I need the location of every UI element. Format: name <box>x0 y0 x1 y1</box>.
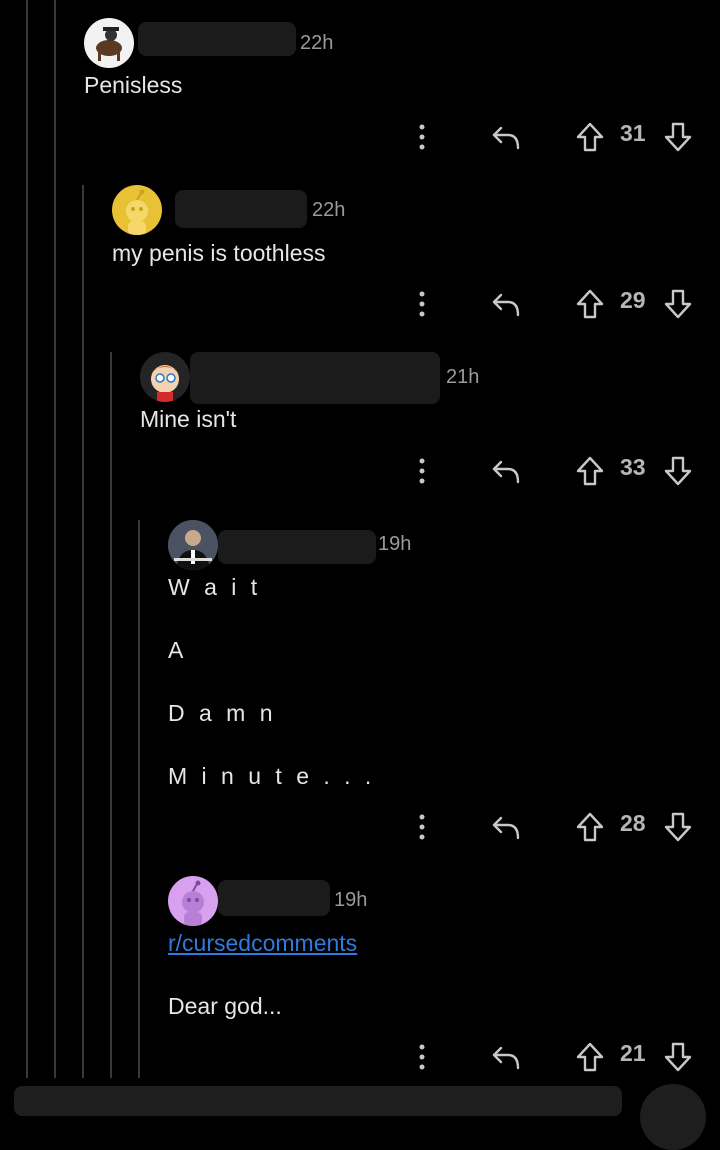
redacted-username <box>175 190 307 228</box>
avatar[interactable] <box>140 352 190 402</box>
kebab-vertical-icon <box>419 1044 425 1070</box>
avatar[interactable] <box>112 185 162 235</box>
reply-arrow-icon <box>492 126 520 150</box>
reply-input-bar[interactable] <box>14 1086 622 1116</box>
comment-actions: 31 <box>0 117 720 157</box>
arrow-down-outline-icon <box>664 456 692 486</box>
avatar[interactable] <box>168 520 218 570</box>
vote-score: 31 <box>620 120 646 146</box>
comment-body-line: D a m n <box>168 700 277 726</box>
comment-body: Mine isn't <box>140 406 237 432</box>
comment-body-line: A <box>168 637 188 663</box>
reply-button[interactable] <box>488 284 524 324</box>
vote-score: 21 <box>620 1040 646 1066</box>
downvote-button[interactable] <box>662 284 694 324</box>
downvote-button[interactable] <box>662 451 694 491</box>
kebab-vertical-icon <box>419 814 425 840</box>
downvote-button[interactable] <box>662 807 694 847</box>
redacted-username <box>190 352 440 404</box>
more-options-button[interactable] <box>408 117 436 157</box>
avatar[interactable] <box>168 876 218 926</box>
downvote-button[interactable] <box>662 117 694 157</box>
reply-button[interactable] <box>488 807 524 847</box>
comment-body-line: W a i t <box>168 574 262 600</box>
comment-actions: 29 <box>0 284 720 324</box>
kebab-vertical-icon <box>419 291 425 317</box>
comment-body: my penis is toothless <box>112 240 326 266</box>
reply-arrow-icon <box>492 816 520 840</box>
upvote-button[interactable] <box>574 284 606 324</box>
comment-actions: 28 <box>0 807 720 847</box>
reply-button[interactable] <box>488 451 524 491</box>
downvote-button[interactable] <box>662 1037 694 1077</box>
arrow-up-outline-icon <box>576 812 604 842</box>
vote-score: 33 <box>620 454 646 480</box>
vote-score: 28 <box>620 810 646 836</box>
upvote-button[interactable] <box>574 451 606 491</box>
comment-actions: 33 <box>0 451 720 491</box>
reply-arrow-icon <box>492 1046 520 1070</box>
more-options-button[interactable] <box>408 807 436 847</box>
floating-action-button[interactable] <box>640 1084 706 1150</box>
upvote-button[interactable] <box>574 807 606 847</box>
comment-time: 19h <box>378 533 412 555</box>
thread-line[interactable] <box>26 0 28 1078</box>
comment-time: 19h <box>334 889 368 911</box>
redacted-username <box>138 22 296 56</box>
comment-time: 21h <box>446 366 480 388</box>
arrow-down-outline-icon <box>664 812 692 842</box>
redacted-username <box>218 880 330 916</box>
vote-score: 29 <box>620 287 646 313</box>
more-options-button[interactable] <box>408 1037 436 1077</box>
avatar[interactable] <box>84 18 134 68</box>
arrow-up-outline-icon <box>576 456 604 486</box>
reply-button[interactable] <box>488 1037 524 1077</box>
thread-line[interactable] <box>54 0 56 1078</box>
arrow-down-outline-icon <box>664 122 692 152</box>
reply-arrow-icon <box>492 460 520 484</box>
arrow-down-outline-icon <box>664 289 692 319</box>
comment-body-line: M i n u t e . . . <box>168 763 376 789</box>
comment-time: 22h <box>312 199 346 221</box>
arrow-up-outline-icon <box>576 1042 604 1072</box>
thread-line[interactable] <box>138 520 140 1078</box>
comment-time: 22h <box>300 32 334 54</box>
comment-body: Dear god... <box>168 993 282 1019</box>
arrow-up-outline-icon <box>576 122 604 152</box>
upvote-button[interactable] <box>574 1037 606 1077</box>
comment-actions: 21 <box>0 1037 720 1077</box>
upvote-button[interactable] <box>574 117 606 157</box>
reply-button[interactable] <box>488 117 524 157</box>
subreddit-link[interactable]: r/cursedcomments <box>168 930 357 957</box>
arrow-up-outline-icon <box>576 289 604 319</box>
reply-arrow-icon <box>492 293 520 317</box>
kebab-vertical-icon <box>419 124 425 150</box>
arrow-down-outline-icon <box>664 1042 692 1072</box>
more-options-button[interactable] <box>408 451 436 491</box>
kebab-vertical-icon <box>419 458 425 484</box>
redacted-username <box>218 530 376 564</box>
comment-body: Penisless <box>84 72 183 98</box>
more-options-button[interactable] <box>408 284 436 324</box>
